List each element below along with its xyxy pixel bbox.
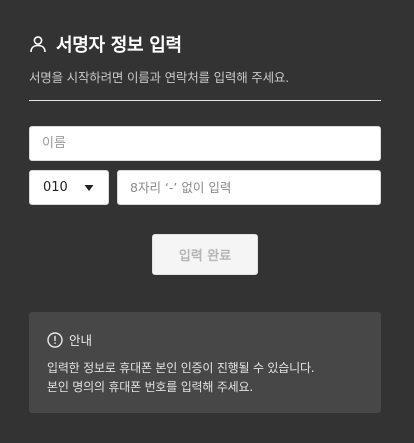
notice-header: 안내 <box>47 330 363 349</box>
submit-button[interactable]: 입력 완료 <box>152 234 258 275</box>
notice-title: 안내 <box>69 333 93 348</box>
phone-prefix-value: 010 <box>43 180 68 195</box>
user-icon <box>29 35 47 53</box>
info-icon <box>47 331 63 348</box>
notice-box: 안내 입력한 정보로 휴대폰 본인 인증이 진행될 수 있습니다. 본인 명의의… <box>29 312 381 413</box>
phone-number-input[interactable] <box>117 170 381 205</box>
page-subtitle: 서명을 시작하려면 이름과 연락처를 입력해 주세요. <box>29 70 289 85</box>
name-input[interactable] <box>29 126 381 161</box>
caret-down-icon <box>84 184 94 192</box>
header-divider <box>29 100 381 101</box>
notice-line: 입력한 정보로 휴대폰 본인 인증이 진행될 수 있습니다. <box>47 361 315 375</box>
notice-body: 입력한 정보로 휴대폰 본인 인증이 진행될 수 있습니다. 본인 명의의 휴대… <box>47 359 363 397</box>
page-title: 서명자 정보 입력 <box>56 35 182 56</box>
phone-prefix-select[interactable]: 010 <box>29 170 109 205</box>
signer-info-header: 서명자 정보 입력 서명을 시작하려면 이름과 연락처를 입력해 주세요. <box>29 31 381 86</box>
notice-line: 본인 명의의 휴대폰 번호를 입력해 주세요. <box>47 380 253 394</box>
title-row: 서명자 정보 입력 <box>29 31 381 57</box>
